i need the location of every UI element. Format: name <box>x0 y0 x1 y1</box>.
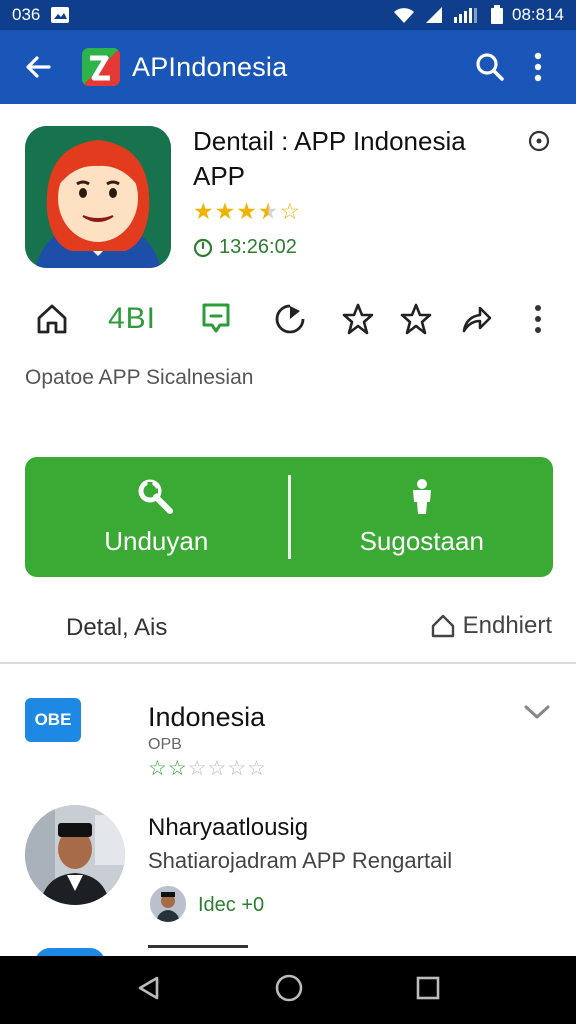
refresh-icon <box>275 304 305 334</box>
endorse-label: Endhiert <box>462 612 552 639</box>
app-title: Dentail : APP Indonesia APP <box>193 126 466 191</box>
app-bar-title: APIndonesia <box>132 51 288 82</box>
info-button[interactable] <box>528 130 550 157</box>
app-icon <box>25 126 171 268</box>
signal-2-icon <box>452 6 482 24</box>
status-bar: 036 08:814 <box>0 0 576 30</box>
system-nav-bar <box>0 956 576 1024</box>
rating-star-icon: ☆ <box>279 198 301 224</box>
list-item-title: Nharyaatlousig <box>148 814 309 841</box>
more-actions-button[interactable] <box>514 296 562 342</box>
info-icon <box>528 130 550 152</box>
search-button[interactable] <box>466 43 514 91</box>
person-icon <box>412 478 431 514</box>
share-icon <box>431 614 454 638</box>
next-item-logo <box>35 948 105 956</box>
timer: 13:26:02 <box>193 236 297 259</box>
button-divider <box>287 475 291 559</box>
rating-star-icon: ★ <box>214 198 236 224</box>
more-options-button[interactable] <box>514 43 562 91</box>
share-icon <box>462 306 492 333</box>
download-count-value: 4BI <box>107 302 157 335</box>
wifi-icon <box>392 6 416 24</box>
list-item-title: Indonesia <box>148 702 266 732</box>
rate-button[interactable] <box>392 296 440 342</box>
back-button[interactable] <box>14 43 62 91</box>
list-star-icon: ☆ <box>148 757 168 780</box>
bookmark-button[interactable] <box>192 296 240 342</box>
square-recents-icon <box>416 976 439 999</box>
suggest-button[interactable]: Sugostaan <box>291 457 554 577</box>
status-time-left: 036 <box>12 5 41 24</box>
nav-recents-button[interactable] <box>415 975 441 1006</box>
favorite-button[interactable] <box>334 296 382 342</box>
list-star-icon: ☆ <box>187 757 208 780</box>
app-header: Dentail : APP Indonesia APP ★ ★ ★ ★ ☆ 13:26:… <box>0 104 576 284</box>
nav-home-button[interactable] <box>274 973 304 1008</box>
nav-back-button[interactable] <box>135 974 163 1007</box>
home-button[interactable] <box>28 296 76 342</box>
search-icon <box>476 53 504 81</box>
star-outline-icon <box>400 303 432 335</box>
app-logo <box>82 48 120 86</box>
rating-star-icon: ★ <box>257 198 279 224</box>
download-button-label: Unduyan <box>104 525 209 556</box>
more-vert-icon <box>534 52 542 82</box>
bookmark-icon <box>202 303 230 333</box>
wrench-icon <box>138 479 174 514</box>
arrow-left-icon <box>26 56 51 78</box>
next-item-title <box>148 945 248 956</box>
chevron-down-icon <box>524 705 550 719</box>
list-star-icon: ☆ <box>207 757 228 780</box>
details-link[interactable]: Detal, Ais <box>66 614 167 642</box>
list-star-icon: ☆ <box>227 757 248 780</box>
app-bar: APIndonesia <box>0 30 576 104</box>
primary-action-bar: Unduyan Sugostaan <box>25 457 553 577</box>
status-time-right: 08:814 <box>512 5 564 24</box>
expand-button[interactable] <box>522 702 552 727</box>
list-item-tag: Idec +0 <box>198 894 264 917</box>
actions-row: 4BI <box>0 296 576 342</box>
timer-value: 13:26:02 <box>219 236 297 258</box>
list-star-icon: ☆ <box>247 757 267 780</box>
star-icon <box>342 303 374 335</box>
gallery-notification-icon <box>50 6 70 24</box>
clock-icon <box>193 238 213 257</box>
circle-home-icon <box>275 974 303 1001</box>
list-item-tag-suffix: 0 <box>253 894 265 916</box>
more-vert-icon <box>535 305 541 333</box>
download-button[interactable]: Unduyan <box>25 457 288 577</box>
next-list-item <box>0 940 576 956</box>
history-button[interactable] <box>266 296 314 342</box>
list-item-subtitle: Shatiarojadram APP Rengartail <box>148 848 453 873</box>
endorse-button[interactable]: Endhiert <box>429 612 552 640</box>
download-count: 4BI <box>100 296 164 342</box>
avatar <box>25 805 125 905</box>
list-item-tag-text: Idec + <box>198 894 254 916</box>
list-item[interactable]: Nharyaatlousig Shatiarojadram APP Rengar… <box>0 800 576 930</box>
list-star-icon: ☆ <box>167 757 188 780</box>
rating-stars: ★ ★ ★ ★ ☆ <box>193 198 300 225</box>
suggest-button-label: Sugostaan <box>359 525 484 556</box>
mini-avatar <box>150 886 186 922</box>
share-button[interactable] <box>452 296 500 342</box>
list-item[interactable]: OBE Indonesia OPB ☆☆☆☆☆☆ <box>0 690 576 790</box>
rating-star-icon: ★ <box>236 198 257 224</box>
battery-icon <box>490 5 504 25</box>
home-icon <box>37 304 67 334</box>
rating-star-icon: ★ <box>193 198 214 224</box>
triangle-back-icon <box>139 976 159 999</box>
app-description: Opatoe APP Sicalnesian <box>25 366 254 389</box>
list-item-subtitle: OPB <box>148 736 182 753</box>
signal-icon <box>424 6 444 24</box>
list-item-rating: ☆☆☆☆☆☆ <box>148 756 267 781</box>
list-item-logo: OBE <box>25 698 81 742</box>
section-divider <box>0 662 576 664</box>
details-row: Detal, Ais Endhiert <box>0 608 576 652</box>
